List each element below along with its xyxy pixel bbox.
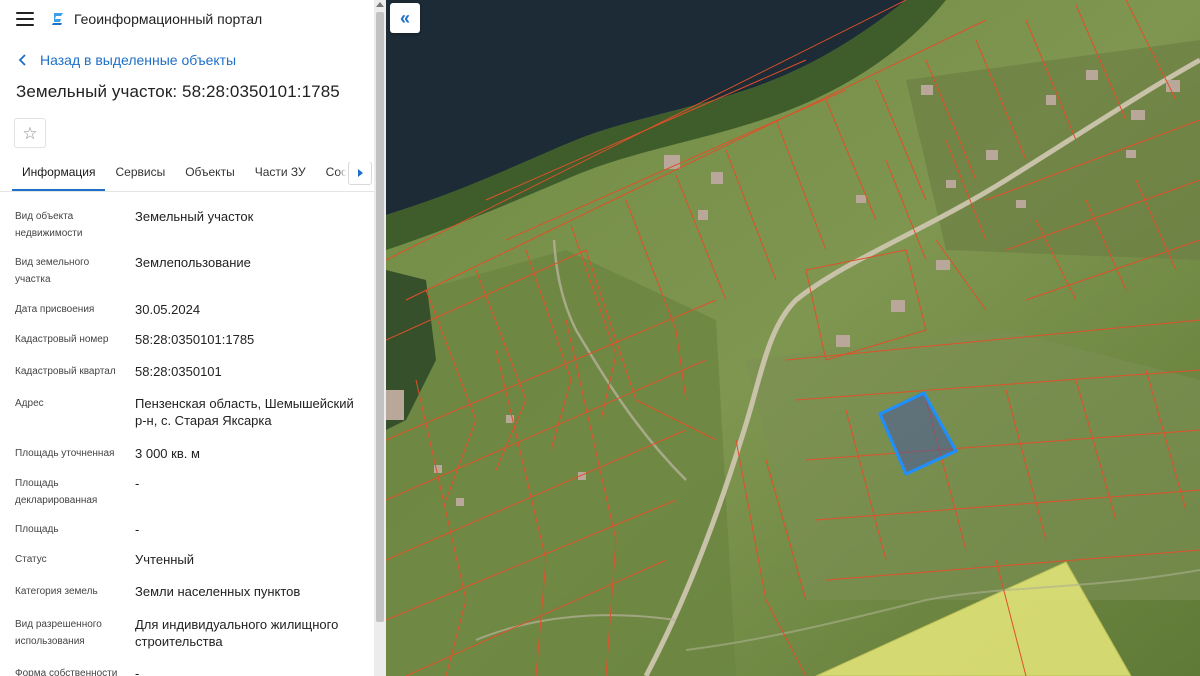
tab-objects[interactable]: Объекты	[175, 162, 245, 191]
property-value: Земельный участок	[135, 209, 254, 224]
chevron-right-icon	[357, 169, 363, 177]
property-value: Для индивидуального жилищного строительс…	[135, 617, 339, 649]
collapse-panel-button[interactable]: «	[390, 3, 420, 33]
property-label: Площадь декларированная	[15, 478, 98, 506]
property-label: Кадастровый номер	[15, 334, 109, 345]
map-view[interactable]	[386, 0, 1200, 676]
tab-parts[interactable]: Части ЗУ	[245, 162, 316, 191]
property-label: Вид разрешенного использования	[15, 619, 102, 647]
portal-logo-icon	[52, 13, 63, 25]
property-label: Дата присвоения	[15, 304, 95, 315]
property-label: Вид объекта недвижимости	[15, 211, 83, 239]
scrollbar-thumb[interactable]	[376, 12, 384, 622]
tab-info[interactable]: Информация	[12, 162, 106, 191]
property-value: Землепользование	[135, 255, 251, 270]
back-link-label: Назад в выделенные объекты	[40, 52, 237, 68]
info-panel: Геоинформационный портал Назад в выделен…	[0, 0, 374, 676]
tab-services[interactable]: Сервисы	[105, 162, 175, 191]
scroll-up-arrow-icon[interactable]	[376, 2, 384, 7]
field-area	[746, 330, 1200, 600]
property-value: Земли населенных пунктов	[135, 584, 301, 599]
property-label: Площадь уточненная	[15, 448, 115, 459]
panel-scrollbar[interactable]	[374, 0, 386, 676]
satellite-map[interactable]	[386, 0, 1200, 676]
back-link[interactable]: Назад в выделенные объекты	[0, 52, 374, 68]
property-value: 3 000 кв. м	[135, 446, 200, 461]
property-label: Кадастровый квартал	[15, 366, 116, 377]
property-value: 58:28:0350101:1785	[135, 332, 255, 347]
hamburger-icon[interactable]	[16, 12, 34, 26]
property-label: Категория земель	[15, 586, 98, 597]
app-title: Геоинформационный портал	[74, 11, 263, 27]
property-value: 30.05.2024	[135, 302, 201, 317]
star-icon: ☆	[22, 123, 38, 143]
property-label: Адрес	[15, 398, 44, 409]
property-value: -	[135, 522, 140, 537]
top-bar: Геоинформационный портал	[0, 0, 374, 38]
property-label: Вид земельного участка	[15, 257, 90, 285]
property-label: Статус	[15, 554, 47, 565]
property-value: -	[135, 476, 140, 491]
chevron-left-icon	[18, 54, 26, 66]
property-value: 58:28:0350101	[135, 364, 222, 379]
property-value: Пензенская область, Шемышейский р-н, с. …	[135, 396, 354, 428]
property-value: -	[135, 666, 140, 676]
tab-bar: Информация Сервисы Объекты Части ЗУ Сост…	[0, 162, 374, 192]
property-label: Форма собственности	[15, 668, 118, 676]
property-value: Учтенный	[135, 552, 195, 567]
double-chevron-left-icon: «	[399, 7, 410, 28]
favorite-button[interactable]: ☆	[14, 118, 46, 148]
tabs-scroll-button[interactable]	[348, 162, 372, 185]
property-label: Площадь	[15, 524, 59, 535]
page-title: Земельный участок: 58:28:0350101:1785	[16, 82, 340, 101]
